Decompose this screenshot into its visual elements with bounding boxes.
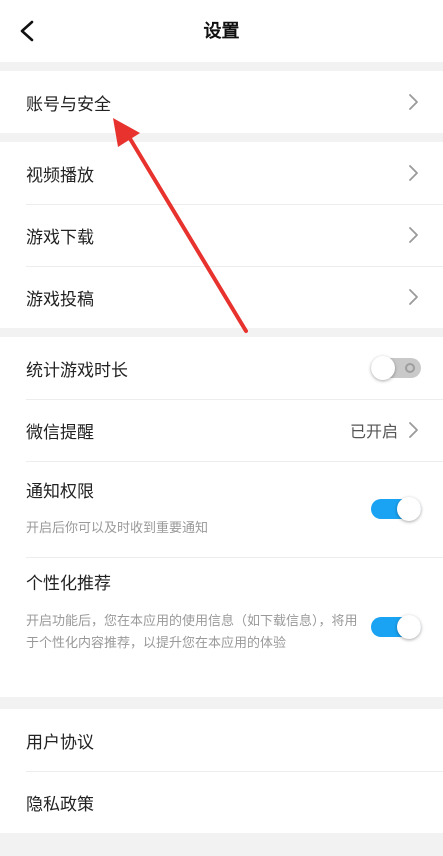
page-title: 设置 — [203, 21, 240, 42]
chevron-right-icon — [409, 227, 418, 243]
notification-permission-label: 通知权限 — [26, 482, 94, 502]
notification-permission-toggle[interactable] — [371, 497, 421, 521]
playtime-stats-toggle[interactable] — [371, 356, 421, 380]
wechat-reminder-label: 微信提醒 — [26, 422, 94, 443]
preferences-section: 统计游戏时长 微信提醒 已开启 通知权限 开启后你可以及时收到重要通知 个性化推… — [0, 337, 443, 697]
personalized-recommendation-item: 个性化推荐 开启功能后，您在本应用的使用信息（如下载信息），将用于个性化内容推荐… — [0, 557, 443, 697]
user-agreement-item[interactable]: 用户协议 — [0, 709, 443, 771]
back-button[interactable] — [12, 16, 42, 46]
top-bar: 设置 — [0, 0, 443, 62]
chevron-left-icon — [20, 20, 34, 42]
personalized-recommendation-desc: 开启功能后，您在本应用的使用信息（如下载信息），将用于个性化内容推荐，以提升您在… — [26, 614, 358, 651]
personalized-recommendation-toggle[interactable] — [371, 615, 421, 639]
chevron-right-icon — [409, 165, 418, 181]
privacy-policy-label: 隐私政策 — [26, 794, 94, 815]
game-submission-label: 游戏投稿 — [26, 289, 94, 310]
legal-section: 用户协议 隐私政策 — [0, 709, 443, 833]
toggle-off-mark-icon — [405, 363, 415, 373]
notification-permission-item: 通知权限 开启后你可以及时收到重要通知 — [0, 461, 443, 557]
account-security-label: 账号与安全 — [26, 94, 111, 115]
game-submission-item[interactable]: 游戏投稿 — [0, 266, 443, 328]
privacy-policy-item[interactable]: 隐私政策 — [0, 771, 443, 833]
video-playback-item[interactable]: 视频播放 — [0, 142, 443, 204]
game-download-label: 游戏下载 — [26, 227, 94, 248]
wechat-reminder-item[interactable]: 微信提醒 已开启 — [0, 399, 443, 461]
user-agreement-label: 用户协议 — [26, 732, 94, 753]
playtime-stats-label: 统计游戏时长 — [26, 360, 128, 381]
personalized-recommendation-label: 个性化推荐 — [26, 574, 111, 594]
chevron-right-icon — [409, 94, 418, 110]
chevron-right-icon — [409, 289, 418, 305]
account-section: 账号与安全 — [0, 71, 443, 133]
media-section: 视频播放 游戏下载 游戏投稿 — [0, 142, 443, 328]
game-download-item[interactable]: 游戏下载 — [0, 204, 443, 266]
playtime-stats-item: 统计游戏时长 — [0, 337, 443, 399]
wechat-reminder-status: 已开启 — [349, 422, 398, 441]
chevron-right-icon — [409, 422, 418, 438]
video-playback-label: 视频播放 — [26, 165, 94, 186]
notification-permission-desc: 开启后你可以及时收到重要通知 — [26, 521, 209, 536]
account-security-item[interactable]: 账号与安全 — [0, 71, 443, 133]
